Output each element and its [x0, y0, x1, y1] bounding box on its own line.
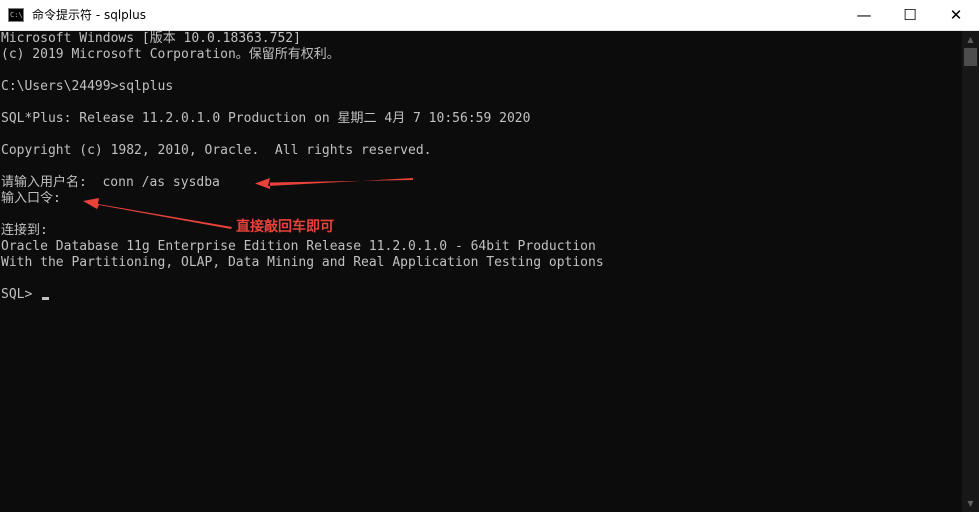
console-line: Copyright (c) 1982, 2010, Oracle. All ri… — [1, 143, 432, 158]
console-line: 输入口令: — [1, 191, 61, 206]
cmd-icon: C:\ — [8, 8, 24, 22]
vertical-scrollbar[interactable]: ▲ ▼ — [962, 31, 979, 512]
text-cursor — [42, 297, 49, 300]
minimize-button[interactable]: — — [841, 0, 887, 30]
console-line: Oracle Database 11g Enterprise Edition R… — [1, 239, 596, 254]
annotation-label: 直接敲回车即可 — [236, 219, 334, 235]
scroll-down-icon[interactable]: ▼ — [962, 495, 979, 512]
window-title: 命令提示符 - sqlplus — [32, 8, 146, 22]
maximize-button[interactable]: ☐ — [887, 0, 933, 30]
close-button[interactable]: ✕ — [933, 0, 979, 30]
console-line: SQL*Plus: Release 11.2.0.1.0 Production … — [1, 111, 531, 126]
scroll-up-icon[interactable]: ▲ — [962, 31, 979, 48]
console-output[interactable]: Microsoft Windows [版本 10.0.18363.752] (c… — [0, 31, 962, 512]
console-line: 连接到: — [1, 223, 48, 238]
console-line: With the Partitioning, OLAP, Data Mining… — [1, 255, 604, 270]
command-prompt-window: C:\ 命令提示符 - sqlplus — ☐ ✕ Microsoft Wind… — [0, 0, 979, 512]
console-line: Microsoft Windows [版本 10.0.18363.752] — [1, 31, 301, 46]
console-line: 请输入用户名: conn /as sysdba — [1, 175, 220, 190]
scroll-thumb[interactable] — [964, 48, 977, 66]
console-line: (c) 2019 Microsoft Corporation。保留所有权利。 — [1, 47, 340, 62]
console-line: C:\Users\24499>sqlplus — [1, 79, 174, 94]
title-bar[interactable]: C:\ 命令提示符 - sqlplus — ☐ ✕ — [0, 0, 979, 31]
sql-prompt: SQL> — [1, 287, 41, 302]
